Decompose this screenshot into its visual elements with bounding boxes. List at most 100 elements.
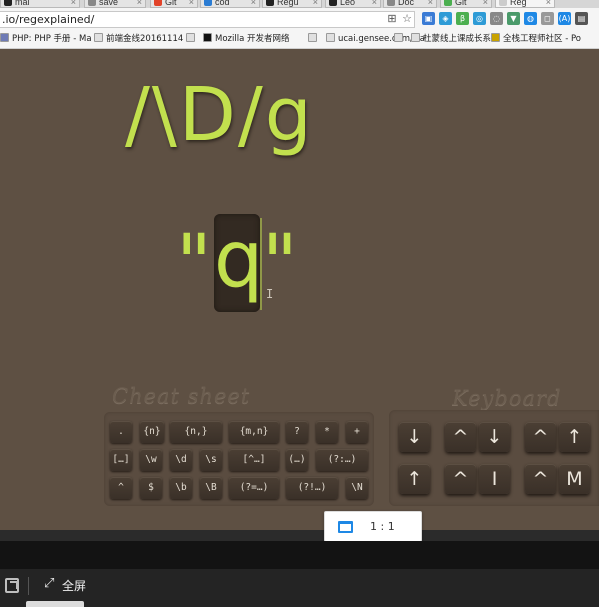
shortcut-key[interactable]: ↑ <box>559 422 590 452</box>
cheat-sheet-key[interactable]: \N <box>346 477 368 499</box>
thumbnail[interactable] <box>26 601 84 607</box>
address-bar[interactable]: .io/regexplained/ <box>0 11 415 28</box>
tab-label: Leo <box>340 0 356 7</box>
bookmark-item[interactable] <box>308 32 320 47</box>
share-icon[interactable] <box>5 578 19 593</box>
char-input[interactable]: q <box>213 214 263 312</box>
tab-close-icon[interactable]: × <box>137 0 142 7</box>
bookmark-item[interactable]: 前端金线20161114 <box>94 32 183 47</box>
star-icon[interactable]: ☆ <box>400 12 414 26</box>
shortcut-key[interactable]: ^ <box>445 422 476 452</box>
fullscreen-icon[interactable]: ⤢ <box>44 577 58 591</box>
bookmarks-bar: PHP: PHP 手册 - Ma 前端金线20161114 Mozilla 开发者网… <box>0 30 599 49</box>
cheat-sheet-key[interactable]: (?:…) <box>316 449 368 471</box>
cheat-sheet-key[interactable]: (?=…) <box>229 477 279 499</box>
bookmark-item[interactable] <box>186 32 198 47</box>
browser-tab[interactable]: save × <box>84 0 146 8</box>
ext-icon-1[interactable]: ▣ <box>422 12 435 25</box>
vue-icon[interactable]: ▼ <box>507 12 520 25</box>
cheat-sheet-key[interactable]: \b <box>170 477 192 499</box>
bookmark-item[interactable]: PHP: PHP 手册 - Ma <box>0 32 92 47</box>
tab-favicon-icon <box>444 0 452 6</box>
ext-icon-7[interactable]: (A) <box>558 12 571 25</box>
bookmark-item[interactable] <box>394 32 406 47</box>
tab-close-icon[interactable]: × <box>428 0 433 7</box>
tab-close-icon[interactable]: × <box>372 0 377 7</box>
ext-icon-5[interactable]: ◍ <box>524 12 537 25</box>
bookmark-label: 前端金线20161114 <box>106 34 184 44</box>
cheat-sheet-key[interactable]: \B <box>200 477 222 499</box>
bookmark-icon <box>308 33 317 42</box>
browser-tab[interactable]: Leo × <box>325 0 381 8</box>
tab-favicon-icon <box>499 0 507 6</box>
shortcut-key[interactable]: ^ <box>525 422 556 452</box>
tab-label: Regu <box>277 0 299 7</box>
regex-display[interactable]: /\D/g <box>125 78 314 152</box>
tab-close-icon[interactable]: × <box>313 0 318 7</box>
fullscreen-label[interactable]: 全屏 <box>62 577 86 594</box>
tab-label: Reg <box>510 0 527 7</box>
viewer-strip <box>0 530 599 541</box>
tab-close-icon[interactable]: × <box>483 0 488 7</box>
browser-tab[interactable]: mai × <box>0 0 80 8</box>
tab-label: Doc <box>398 0 415 7</box>
browser-tab[interactable]: Reg × <box>495 0 555 8</box>
tab-favicon-icon <box>88 0 96 6</box>
shortcut-key[interactable]: ↑ <box>399 464 430 494</box>
ibeam-cursor-icon: I <box>266 287 274 301</box>
browser-tab[interactable]: Git × <box>440 0 492 8</box>
shortcut-key[interactable]: M <box>559 464 590 494</box>
tab-label: cod <box>215 0 230 7</box>
tab-favicon-icon <box>4 0 12 6</box>
beta-icon[interactable]: β <box>456 12 469 25</box>
cheat-sheet-panel: . {n} {n,} {m,n}? * + […] \w \d \s [^…] (…) (?:…) ^ $ \… <box>104 412 374 506</box>
browser-tab[interactable]: Regu × <box>262 0 322 8</box>
cheat-sheet-key[interactable]: \w <box>140 449 162 471</box>
bookmark-icon <box>186 33 195 42</box>
tab-close-icon[interactable]: × <box>546 0 551 7</box>
cheat-sheet-key[interactable]: \d <box>170 449 192 471</box>
bookmark-item[interactable]: 杜蒙线上课成长系统 <box>411 32 500 47</box>
ext-icon-3[interactable]: ◎ <box>473 12 486 25</box>
browser-tab[interactable]: Doc × <box>383 0 437 8</box>
cheat-sheet-key[interactable]: [^…] <box>229 449 279 471</box>
divider <box>28 577 29 595</box>
ext-icon-4[interactable]: ◌ <box>490 12 503 25</box>
cheat-sheet-key[interactable]: {m,n} <box>229 421 279 443</box>
cheat-sheet-key[interactable]: + <box>346 421 368 443</box>
cheat-sheet-key[interactable]: $ <box>140 477 162 499</box>
browser-tab[interactable]: cod × <box>200 0 260 8</box>
cheat-sheet-key[interactable]: . <box>110 421 132 443</box>
shortcut-key[interactable]: ↓ <box>399 422 430 452</box>
bookmark-label: Mozilla 开发者网络 <box>215 34 290 44</box>
zoom-popup[interactable]: 1 : 1 <box>324 511 422 542</box>
tab-close-icon[interactable]: × <box>251 0 256 7</box>
tab-favicon-icon <box>387 0 395 6</box>
cheat-sheet-key[interactable]: (…) <box>286 449 308 471</box>
bookmark-item[interactable]: 全栈工程师社区 - Po <box>491 32 581 47</box>
tab-close-icon[interactable]: × <box>189 0 194 7</box>
cheat-sheet-key[interactable]: {n} <box>140 421 164 443</box>
tab-favicon-icon <box>266 0 274 6</box>
ext-icon-2[interactable]: ◈ <box>439 12 452 25</box>
browser-tab[interactable]: Git × <box>150 0 198 8</box>
cheat-sheet-key[interactable]: (?!…) <box>286 477 338 499</box>
shortcut-key[interactable]: ^ <box>525 464 556 494</box>
bookmark-icon <box>94 33 103 42</box>
shortcut-key[interactable]: I <box>479 464 510 494</box>
cheat-sheet-key[interactable]: ^ <box>110 477 132 499</box>
tab-favicon-icon <box>329 0 337 6</box>
cheat-sheet-key[interactable]: {n,} <box>170 421 222 443</box>
tab-close-icon[interactable]: × <box>71 0 76 7</box>
ext-icon-8[interactable]: ▤ <box>575 12 588 25</box>
bookmark-label: PHP: PHP 手册 - Ma <box>12 34 92 44</box>
cheat-sheet-key[interactable]: \s <box>200 449 222 471</box>
cheat-sheet-key[interactable]: […] <box>110 449 132 471</box>
cheat-sheet-key[interactable]: ? <box>286 421 308 443</box>
shortcut-key[interactable]: ^ <box>445 464 476 494</box>
cheat-sheet-key[interactable]: * <box>316 421 338 443</box>
ext-icon-6[interactable]: ◻ <box>541 12 554 25</box>
translate-icon[interactable]: ⊞ <box>385 12 399 26</box>
shortcut-key[interactable]: ↓ <box>479 422 510 452</box>
bookmark-item[interactable]: Mozilla 开发者网络 <box>203 32 290 47</box>
